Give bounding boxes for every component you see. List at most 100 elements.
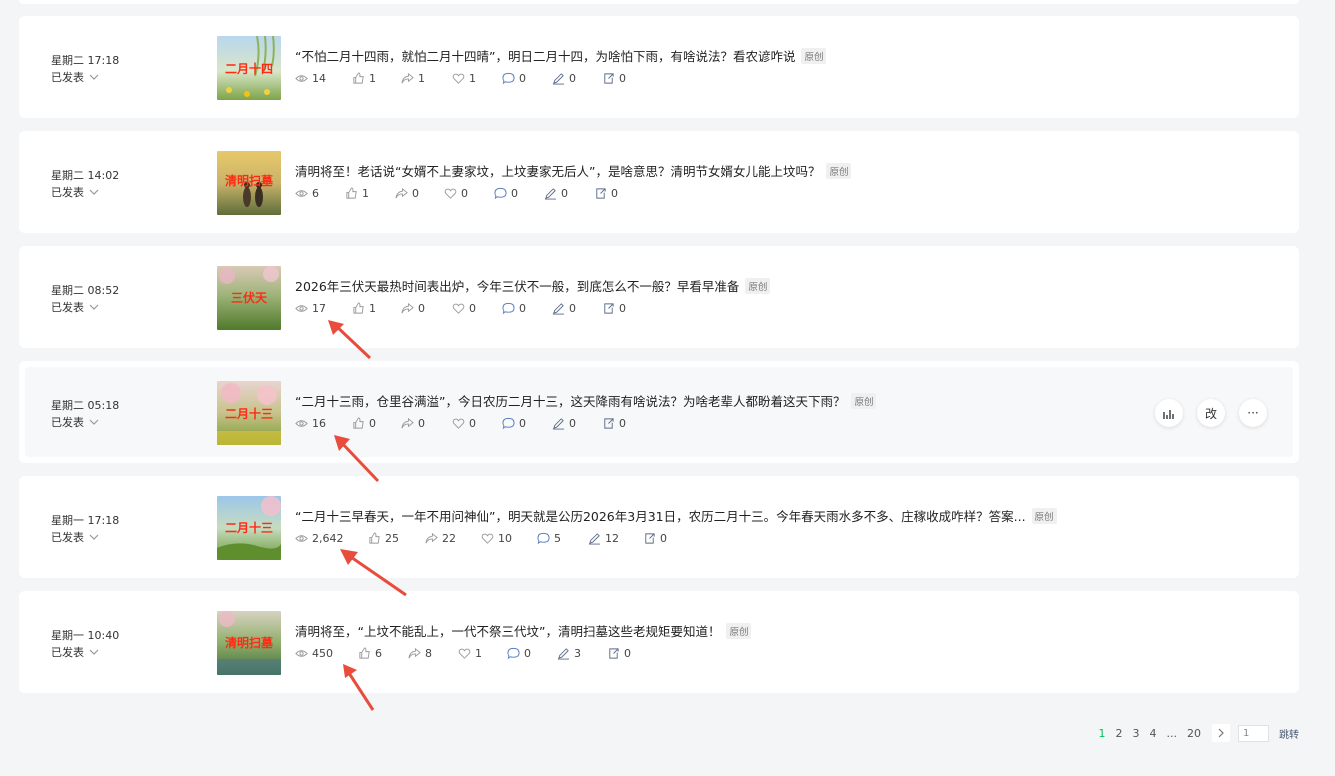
publish-status[interactable]: 已发表 <box>51 414 100 430</box>
thumbnail-caption: 二月十四 <box>225 61 273 76</box>
eye-icon <box>295 305 308 312</box>
page-jump-input[interactable]: 1 <box>1238 724 1269 742</box>
publish-status[interactable]: 已发表 <box>51 299 100 315</box>
follows-stat: 0 <box>602 417 642 430</box>
eye-icon <box>295 75 308 82</box>
article-card[interactable]: 星期一 10:40 已发表 清明扫墓 清明将至，“上坟不能乱上，一代不祭三代坟”… <box>19 591 1299 693</box>
follow-icon <box>645 533 655 544</box>
status-label: 已发表 <box>51 301 84 314</box>
chevron-down-icon <box>89 189 99 195</box>
previous-card-edge <box>19 0 1299 4</box>
follow-icon <box>609 648 619 659</box>
article-thumbnail[interactable]: 清明扫墓 <box>217 611 281 675</box>
comments-stat: 0 <box>502 72 552 85</box>
eye-icon <box>295 190 308 197</box>
views-stat: 2,642 <box>295 532 368 545</box>
shares-stat: 0 <box>401 417 452 430</box>
favorites-stat: 0 <box>452 302 502 315</box>
stats-button[interactable] <box>1155 399 1183 427</box>
article-card-hovered[interactable]: 星期二 05:18 已发表 二月十三 “二月十三雨，仓里谷满溢”，今日农历二月十… <box>19 361 1299 463</box>
share-arrow-icon <box>401 72 414 84</box>
publish-status[interactable]: 已发表 <box>51 184 100 200</box>
more-button[interactable]: ··· <box>1239 399 1267 427</box>
original-badge: 原创 <box>826 162 852 179</box>
original-badge: 原创 <box>801 47 827 64</box>
likes-stat: 1 <box>352 302 401 315</box>
favorites-stat: 0 <box>444 187 494 200</box>
original-badge: 原创 <box>726 622 752 639</box>
publish-date: 星期二 17:18 <box>51 54 120 67</box>
article-thumbnail[interactable]: 二月十四 <box>217 36 281 100</box>
thumbs-up-icon <box>346 187 357 199</box>
thumbs-up-icon <box>353 417 364 429</box>
article-thumbnail[interactable]: 二月十三 <box>217 381 281 445</box>
chevron-down-icon <box>89 304 99 310</box>
share-arrow-icon <box>401 417 414 429</box>
article-card[interactable]: 星期二 17:18 已发表 二月十四 “不怕二月十四雨，就怕二月十四晴”，明日二… <box>19 16 1299 118</box>
notes-stat: 0 <box>552 417 602 430</box>
follows-stat: 0 <box>594 187 634 200</box>
article-card[interactable]: 星期一 17:18 已发表 二月十三 “二月十三早春天，一年不用问神仙”，明天就… <box>19 476 1299 578</box>
card-actions: 改 ··· <box>1155 399 1267 427</box>
article-thumbnail[interactable]: 二月十三 <box>217 496 281 560</box>
thumbnail-caption: 二月十三 <box>225 406 273 421</box>
publish-date: 星期二 08:52 <box>51 284 120 297</box>
favorites-stat: 1 <box>458 647 507 660</box>
publish-status[interactable]: 已发表 <box>51 644 100 660</box>
follow-icon <box>604 303 614 314</box>
pagination: 1 2 3 4 ... 20 1 跳转 <box>1094 724 1299 742</box>
comment-icon <box>507 647 520 660</box>
heart-icon <box>452 418 465 429</box>
likes-stat: 6 <box>358 647 408 660</box>
chevron-down-icon <box>89 649 99 655</box>
views-stat: 6 <box>295 187 345 200</box>
bar-chart-icon <box>1163 410 1174 419</box>
likes-stat: 1 <box>352 72 401 85</box>
thumbnail-caption: 清明扫墓 <box>225 635 274 650</box>
follow-icon <box>604 418 614 429</box>
eye-icon <box>295 650 308 657</box>
share-arrow-icon <box>401 302 414 314</box>
article-title[interactable]: “二月十三早春天，一年不用问神仙”，明天就是公历2026年3月31日，农历二月十… <box>295 506 1026 525</box>
next-page-button[interactable] <box>1212 724 1230 742</box>
article-thumbnail[interactable]: 清明扫墓 <box>217 151 281 215</box>
shares-stat: 0 <box>395 187 444 200</box>
article-card[interactable]: 星期二 14:02 已发表 清明扫墓 清明将至！老话说“女婿不上妻家坟，上坟妻家… <box>19 131 1299 233</box>
shares-stat: 22 <box>425 532 481 545</box>
publish-status[interactable]: 已发表 <box>51 529 100 545</box>
article-thumbnail[interactable]: 三伏天 <box>217 266 281 330</box>
shares-stat: 8 <box>408 647 458 660</box>
publish-date: 星期一 10:40 <box>51 629 120 642</box>
chevron-down-icon <box>89 419 99 425</box>
publish-status[interactable]: 已发表 <box>51 69 100 85</box>
share-arrow-icon <box>425 532 438 544</box>
edit-button[interactable]: 改 <box>1197 399 1225 427</box>
annotation-arrow <box>343 664 375 711</box>
article-title[interactable]: 清明将至！老话说“女婿不上妻家坟，上坟妻家无后人”，是啥意思？清明节女婿女儿能上… <box>295 161 820 180</box>
status-label: 已发表 <box>51 71 84 84</box>
heart-icon <box>481 533 494 544</box>
article-title[interactable]: “不怕二月十四雨，就怕二月十四晴”，明日二月十四，为啥怕下雨，有啥说法？看农谚咋… <box>295 46 795 65</box>
article-card[interactable]: 星期二 08:52 已发表 三伏天 2026年三伏天最热时间表出炉，今年三伏不一… <box>19 246 1299 348</box>
article-title[interactable]: “二月十三雨，仓里谷满溢”，今日农历二月十三，这天降雨有啥说法？为啥老辈人都盼着… <box>295 391 845 410</box>
page-2[interactable]: 2 <box>1111 727 1128 740</box>
page-3[interactable]: 3 <box>1128 727 1145 740</box>
likes-stat: 1 <box>345 187 395 200</box>
chevron-right-icon <box>1218 728 1224 738</box>
pen-icon <box>552 73 565 85</box>
page-4[interactable]: 4 <box>1145 727 1162 740</box>
thumbs-up-icon <box>353 302 364 314</box>
publish-date: 星期一 17:18 <box>51 514 120 527</box>
article-title[interactable]: 2026年三伏天最热时间表出炉，今年三伏不一般，到底怎么不一般？早看早准备 <box>295 276 739 295</box>
page-20[interactable]: 20 <box>1182 727 1206 740</box>
jump-button[interactable]: 跳转 <box>1279 726 1299 741</box>
favorites-stat: 10 <box>481 532 537 545</box>
article-stats: 17 1 0 0 0 0 0 <box>295 302 642 315</box>
article-title[interactable]: 清明将至，“上坟不能乱上，一代不祭三代坟”，清明扫墓这些老规矩要知道！ <box>295 621 720 640</box>
follow-icon <box>604 73 614 84</box>
comments-stat: 0 <box>494 187 544 200</box>
page-1[interactable]: 1 <box>1094 727 1111 740</box>
shares-stat: 1 <box>401 72 452 85</box>
comment-icon <box>494 187 507 200</box>
share-arrow-icon <box>395 187 408 199</box>
